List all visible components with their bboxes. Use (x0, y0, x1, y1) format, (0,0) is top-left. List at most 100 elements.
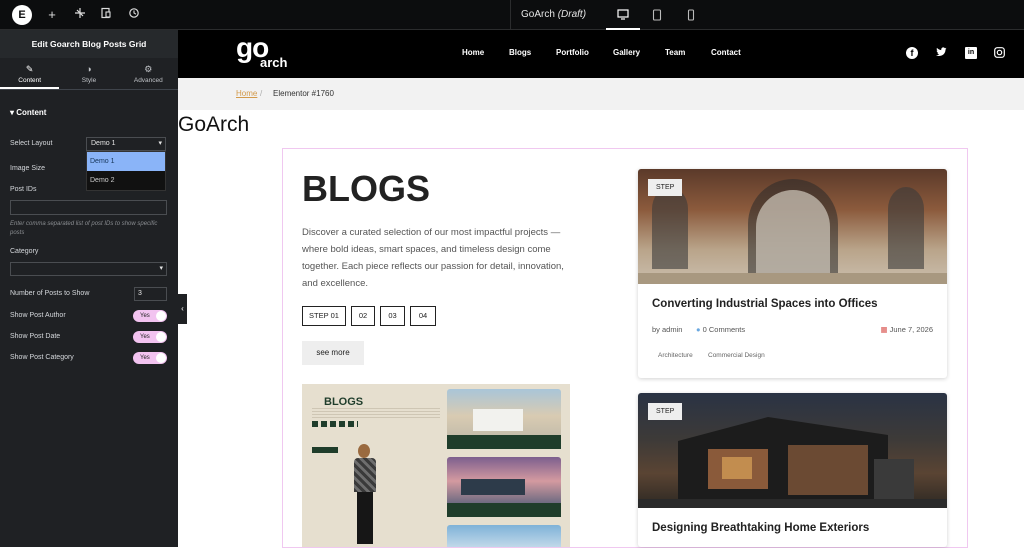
post-tag[interactable]: Architecture (658, 352, 693, 359)
show-date-toggle[interactable]: Yes (133, 331, 167, 343)
blogs-description: Discover a curated selection of our most… (302, 227, 564, 289)
tab-style-label: Style (81, 77, 97, 84)
layout-option[interactable]: Demo 1 (87, 152, 165, 171)
thumb-card-1 (447, 389, 561, 449)
select-layout[interactable]: Demo 1 ▾ (86, 137, 166, 151)
post-date: ▦ June 7, 2026 (880, 325, 933, 334)
layout-dropdown: Demo 1 Demo 2 (86, 151, 166, 191)
caret-down-icon: ▾ (10, 108, 15, 117)
tab-advanced-label: Advanced (133, 77, 163, 84)
blog-preview-image: BLOGS (302, 384, 570, 547)
site-header: go arch Home Blogs Portfolio Gallery Tea… (178, 30, 1024, 78)
thumb-heading: BLOGS (324, 396, 364, 408)
tab-content-label: Content (18, 77, 42, 84)
post-image[interactable] (638, 393, 947, 508)
panel-title: Edit Goarch Blog Posts Grid (0, 30, 178, 58)
panel-collapse-button[interactable]: ‹ (178, 294, 187, 324)
linkedin-icon[interactable]: in (965, 47, 977, 59)
comment-icon: ● (696, 325, 701, 334)
desktop-icon[interactable] (606, 0, 640, 30)
nav-portfolio[interactable]: Portfolio (556, 48, 589, 57)
category-select[interactable]: ▾ (10, 262, 167, 276)
pencil-icon: ✎ (25, 64, 34, 74)
toggle-label: Show Post Category (10, 354, 74, 361)
structure-icon[interactable] (72, 6, 88, 24)
post-date-label: June 7, 2026 (889, 325, 933, 334)
nav-blogs[interactable]: Blogs (509, 48, 531, 57)
thumb-steps (312, 421, 358, 427)
doc-title: GoArch (521, 9, 555, 20)
tab-content[interactable]: ✎ Content (0, 58, 60, 89)
post-image[interactable] (638, 169, 947, 284)
breadcrumb-home[interactable]: Home (236, 89, 257, 98)
nav-home[interactable]: Home (462, 48, 484, 57)
show-category-toggle[interactable]: Yes (133, 352, 167, 364)
chevron-left-icon: ‹ (181, 304, 184, 313)
step-button[interactable]: 04 (410, 306, 436, 326)
thumb-person (352, 444, 378, 547)
nav-contact[interactable]: Contact (711, 48, 741, 57)
page-title: GoArch (178, 113, 250, 136)
gear-icon: ⚙ (144, 64, 153, 74)
add-icon[interactable]: + (44, 6, 60, 24)
doc-status: (Draft) (557, 9, 587, 20)
history-icon[interactable] (126, 6, 142, 24)
step-button[interactable]: STEP 01 (302, 306, 346, 326)
image-size-label: Image Size (10, 165, 46, 172)
layout-option[interactable]: Demo 2 (87, 171, 165, 190)
section-label: Content (16, 108, 47, 117)
post-comments-label: 0 Comments (702, 325, 746, 334)
breadcrumb-separator: / (260, 89, 263, 98)
post-comments[interactable]: ● 0 Comments (696, 325, 745, 334)
post-tag[interactable]: Commercial Design (708, 352, 765, 359)
section-content[interactable]: ▾ Content (10, 108, 168, 117)
select-layout-value: Demo 1 (91, 140, 116, 147)
instagram-icon[interactable] (993, 47, 1005, 59)
document-title[interactable]: GoArch (Draft) ⌄ (510, 0, 598, 50)
thumb-card-3 (447, 525, 561, 547)
thumb-text-lines (312, 408, 440, 420)
contrast-icon: ◑ (86, 64, 92, 74)
facebook-icon[interactable]: f (906, 47, 918, 59)
nav-team[interactable]: Team (665, 48, 685, 57)
calendar-icon: ▦ (880, 325, 888, 334)
post-ids-help: Enter comma separated list of post IDs t… (10, 221, 158, 236)
num-posts-input[interactable]: 3 (134, 287, 167, 301)
tab-style[interactable]: ◑ Style (59, 58, 118, 89)
panel-tabs: ✎ Content ◑ Style ⚙ Advanced (0, 58, 178, 90)
step-button[interactable]: 03 (380, 306, 405, 326)
nav-gallery[interactable]: Gallery (613, 48, 640, 57)
logo-arch: arch (260, 55, 288, 70)
toggle-label: Show Post Date (10, 333, 61, 340)
caret-down-icon: ▾ (158, 140, 162, 147)
post-title[interactable]: Converting Industrial Spaces into Office… (652, 298, 878, 310)
post-card[interactable]: STEP Converting Industrial Spaces into O… (638, 169, 947, 378)
thumb-card-2 (447, 457, 561, 517)
tab-advanced[interactable]: ⚙ Advanced (119, 58, 178, 89)
post-badge: STEP (648, 403, 683, 420)
caret-down-icon: ▾ (159, 265, 163, 272)
breadcrumb-current: Elementor #1760 (273, 89, 334, 98)
blogs-heading: BLOGS (302, 168, 431, 209)
post-ids-label: Post IDs (10, 186, 37, 193)
editor-topbar: E + GoArch (Draft) ⌄ (0, 0, 1024, 50)
mobile-icon[interactable] (674, 0, 708, 30)
num-posts-label: Number of Posts to Show (10, 290, 90, 297)
elementor-logo[interactable]: E (12, 5, 32, 25)
thumb-button (312, 447, 338, 453)
post-author[interactable]: by admin (652, 325, 682, 334)
show-author-toggle[interactable]: Yes (133, 310, 167, 322)
toggle-label: Show Post Author (10, 312, 66, 319)
select-layout-label: Select Layout (10, 140, 53, 147)
post-card[interactable]: STEP Designing Breathtaking Home Exterio… (638, 393, 947, 547)
post-title[interactable]: Designing Breathtaking Home Exteriors (652, 522, 869, 534)
see-more-button[interactable]: see more (302, 341, 364, 365)
site-logo[interactable]: go arch (236, 32, 296, 72)
twitter-icon[interactable] (935, 47, 947, 59)
category-label: Category (10, 248, 39, 255)
tablet-icon[interactable] (640, 0, 674, 30)
post-badge: STEP (648, 179, 683, 196)
pages-icon[interactable] (98, 6, 114, 24)
post-ids-input[interactable] (10, 200, 167, 215)
step-button[interactable]: 02 (351, 306, 375, 326)
